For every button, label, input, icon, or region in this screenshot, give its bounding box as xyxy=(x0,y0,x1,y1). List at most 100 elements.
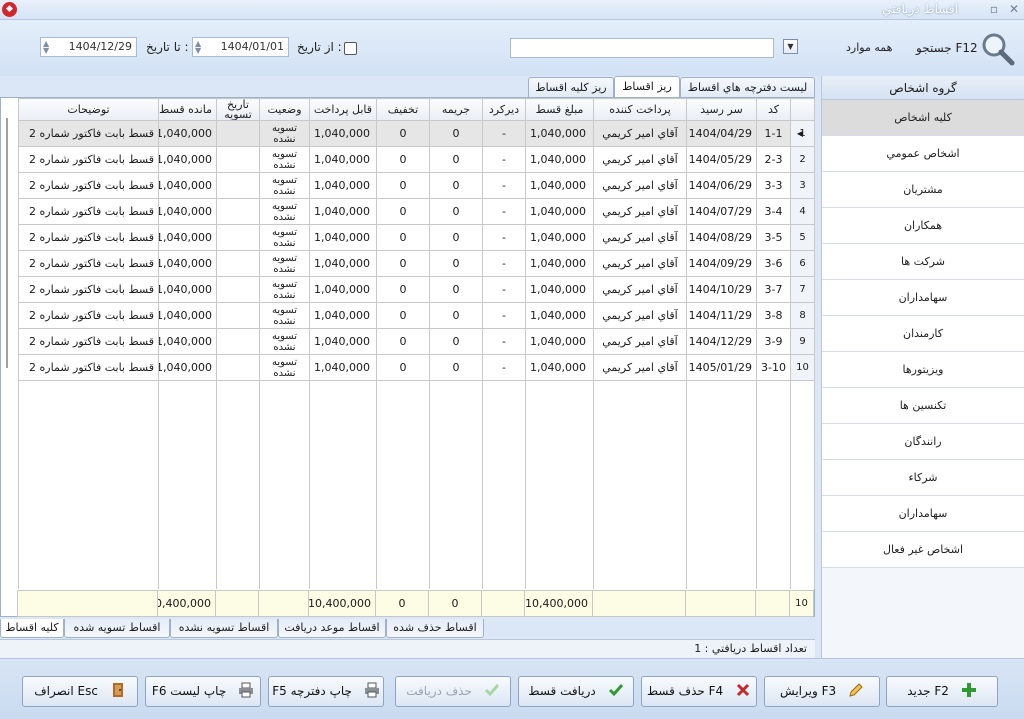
new-button[interactable]: جديد F2 xyxy=(886,676,998,707)
empty-cell xyxy=(525,536,594,563)
edit-button[interactable]: ويرايش F3 xyxy=(764,676,880,707)
search-scope-select[interactable]: همه موارد xyxy=(846,41,892,54)
tab-unsettled-installments[interactable]: اقساط تسويه نشده xyxy=(170,619,278,638)
column-header[interactable]: قابل پرداخت xyxy=(309,98,377,121)
tab-settled-installments[interactable]: اقساط تسويه شده xyxy=(64,619,170,638)
column-header[interactable]: تاريخ تسويه xyxy=(216,98,260,121)
search-icon[interactable] xyxy=(980,31,1016,67)
table-row[interactable]: 9 3-9 1404/12/29 آقاي امير كريمي 1,040,000 - 0… xyxy=(18,328,815,355)
empty-cell xyxy=(482,484,526,511)
to-date-field[interactable]: ▲ ▼ 1404/12/29 xyxy=(40,37,137,57)
table-cell: 3-5 xyxy=(756,224,791,251)
empty-cell xyxy=(686,484,757,511)
column-header[interactable]: تخفيف xyxy=(376,98,430,121)
sidebar-item[interactable]: سهامداران xyxy=(822,496,1024,532)
table-cell: 1404/10/29 xyxy=(686,276,757,303)
sidebar-item[interactable]: اشخاص غير فعال xyxy=(822,532,1024,568)
empty-cell xyxy=(756,562,791,589)
table-cell: قسط بابت فاكتور شماره 2 xyxy=(18,198,159,225)
table-row[interactable]: 10 3-10 1405/01/29 آقاي امير كريمي 1,040,000… xyxy=(18,354,815,381)
cell-value: 0 xyxy=(452,231,460,244)
scrollbar[interactable] xyxy=(6,118,10,368)
empty-cell xyxy=(525,380,594,407)
cell-value: - xyxy=(502,205,506,218)
action-bar: جديد F2 ويرايش F3 حذف قسط F4 دريافت قسط … xyxy=(0,658,1024,719)
column-header[interactable]: كد xyxy=(756,98,791,121)
column-header[interactable]: جريمه xyxy=(429,98,483,121)
cell-value: 1,040,000 xyxy=(530,361,586,374)
table-cell: قسط بابت فاكتور شماره 2 xyxy=(18,120,159,147)
sidebar-item[interactable]: همكاران xyxy=(822,208,1024,244)
chevron-down-icon[interactable]: ▼ xyxy=(783,39,798,54)
print-list-button[interactable]: F6 چاپ ليست xyxy=(145,676,261,707)
sidebar-item[interactable]: تكنسين ها xyxy=(822,388,1024,424)
column-header[interactable]: مبلغ قسط xyxy=(525,98,594,121)
cell-value: 1,040,000 xyxy=(530,231,586,244)
table-cell: آقاي امير كريمي xyxy=(593,302,687,329)
sidebar-item[interactable]: شركت ها xyxy=(822,244,1024,280)
table-row[interactable]: 7 3-7 1404/10/29 آقاي امير كريمي 1,040,000 - 0… xyxy=(18,276,815,303)
column-header[interactable]: وضعيت xyxy=(259,98,310,121)
table-row[interactable]: 6 3-6 1404/09/29 آقاي امير كريمي 1,040,000 - 0… xyxy=(18,250,815,277)
column-header[interactable]: سر رسيد xyxy=(686,98,757,121)
maximize-icon[interactable]: ▫ xyxy=(986,1,1002,17)
cell-value: 1404/04/29 xyxy=(688,127,752,140)
tab-due-installments[interactable]: اقساط موعد دريافت xyxy=(278,619,386,638)
tab-deleted-installments[interactable]: اقساط حذف شده xyxy=(386,619,484,638)
cell-value: 1405/01/29 xyxy=(688,361,752,374)
table-row[interactable]: 8 3-8 1404/11/29 آقاي امير كريمي 1,040,000 - 0… xyxy=(18,302,815,329)
sidebar-item[interactable]: اشخاص عمومي xyxy=(822,136,1024,172)
sidebar-item[interactable]: رانندگان xyxy=(822,424,1024,460)
sidebar-item[interactable]: مشتريان xyxy=(822,172,1024,208)
cell-value: 1,040,000 xyxy=(314,257,370,270)
tab-installment-books[interactable]: ليست دفترچه هاي اقساط xyxy=(680,77,815,98)
empty-cell xyxy=(593,380,687,407)
table-row[interactable]: 2 2-3 1404/05/29 آقاي امير كريمي 1,040,000 - 0… xyxy=(18,146,815,173)
empty-cell xyxy=(756,510,791,537)
tab-installments-detail[interactable]: ريز اقساط xyxy=(614,76,680,98)
table-row[interactable]: 4 3-4 1404/07/29 آقاي امير كريمي 1,040,000 - 0… xyxy=(18,198,815,225)
cancel-button[interactable]: انصراف Esc xyxy=(22,676,138,707)
delete-receipt-button[interactable]: حذف دريافت xyxy=(395,676,511,707)
date-filter-checkbox[interactable] xyxy=(344,42,357,55)
table-cell: 1,040,000 xyxy=(525,328,594,355)
cell-value: - xyxy=(502,153,506,166)
spin-icon[interactable]: ▲ ▼ xyxy=(43,40,49,55)
sidebar-item[interactable]: سهامداران xyxy=(822,280,1024,316)
column-header[interactable] xyxy=(790,98,815,121)
empty-cell xyxy=(216,484,260,511)
table-row[interactable]: 3 3-3 1404/06/29 آقاي امير كريمي 1,040,000 - 0… xyxy=(18,172,815,199)
app-logo-icon[interactable]: ◆ xyxy=(2,2,17,17)
column-header[interactable]: مانده قسط xyxy=(158,98,217,121)
empty-cell xyxy=(259,510,310,537)
table-cell: 1,040,000 xyxy=(309,328,377,355)
column-header[interactable]: توضيحات xyxy=(18,98,159,121)
print-book-button[interactable]: F5 چاپ دفترچه xyxy=(268,676,384,707)
table-cell: آقاي امير كريمي xyxy=(593,172,687,199)
table-row[interactable]: 5 3-5 1404/08/29 آقاي امير كريمي 1,040,000 - 0… xyxy=(18,224,815,251)
tab-all-installments[interactable]: كليه اقساط xyxy=(0,619,64,638)
sidebar-item[interactable]: كليه اشخاص xyxy=(822,100,1024,136)
close-icon[interactable]: ✕ xyxy=(1006,1,1022,17)
total-cell: 10,400,000 xyxy=(524,590,593,617)
empty-cell xyxy=(790,458,815,485)
spin-icon[interactable]: ▲ ▼ xyxy=(195,40,201,55)
table-cell: قسط بابت فاكتور شماره 2 xyxy=(18,146,159,173)
column-header[interactable]: ديركرد xyxy=(482,98,526,121)
table-cell: 0 xyxy=(429,328,483,355)
tab-all-installments-detail[interactable]: ريز كليه اقساط xyxy=(528,77,614,98)
table-row[interactable]: 1 ◀ 1-1 1404/04/29 آقاي امير كريمي 1,040,000 -… xyxy=(18,120,815,147)
cell-value: 1,040,000 xyxy=(530,309,586,322)
sidebar-item[interactable]: شركاء xyxy=(822,460,1024,496)
column-header[interactable]: پرداخت كننده xyxy=(593,98,687,121)
sidebar-item[interactable]: ويزيتورها xyxy=(822,352,1024,388)
search-input[interactable] xyxy=(510,38,774,58)
empty-cell xyxy=(158,458,217,485)
cell-value: 1,040,000 xyxy=(530,127,586,140)
from-date-field[interactable]: ▲ ▼ 1404/01/01 xyxy=(192,37,289,57)
delete-installment-button[interactable]: حذف قسط F4 xyxy=(641,676,757,707)
edit-button-label: ويرايش F3 xyxy=(780,684,837,698)
receive-installment-button[interactable]: دريافت قسط xyxy=(518,676,634,707)
sidebar-item[interactable]: كارمندان xyxy=(822,316,1024,352)
table-cell: 1,040,000 xyxy=(158,224,217,251)
